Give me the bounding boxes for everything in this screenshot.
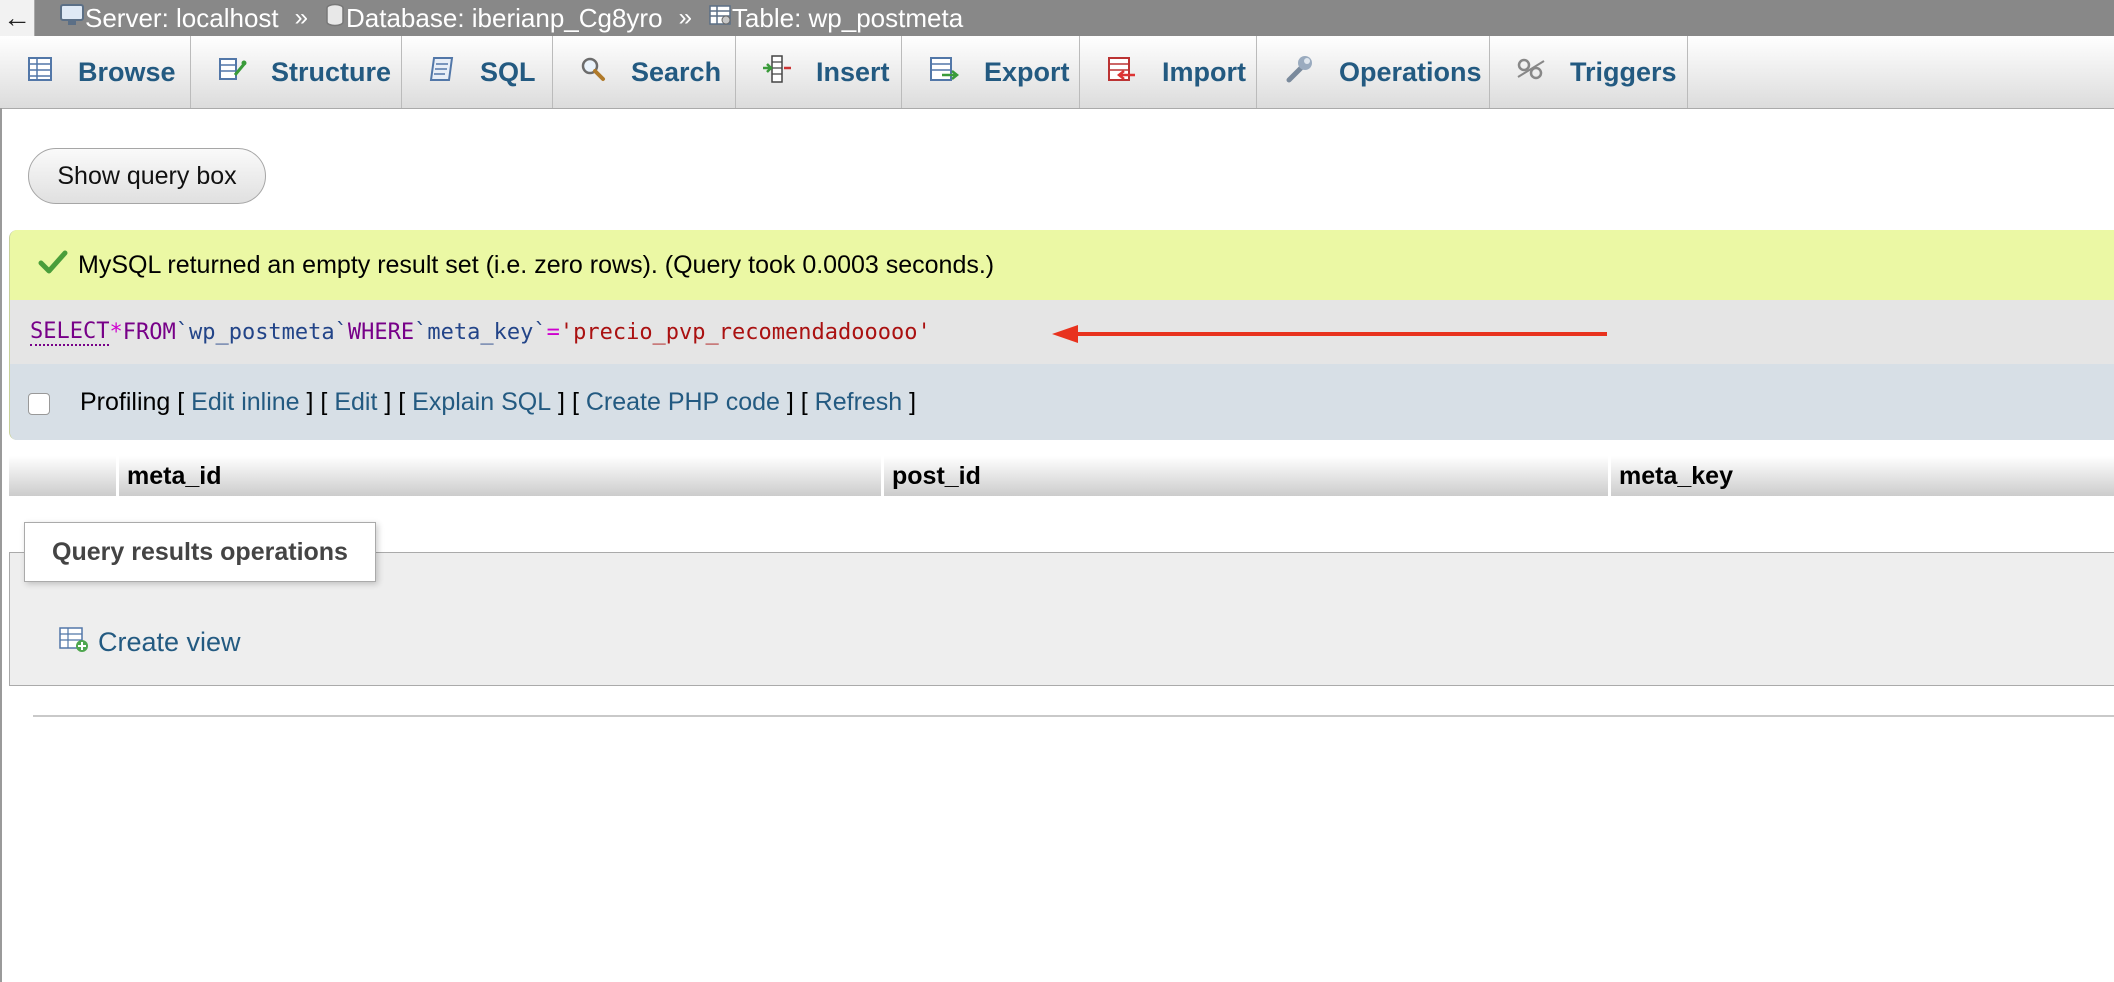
export-icon	[928, 55, 960, 90]
column-header-meta-key[interactable]: meta_key	[1611, 456, 2114, 496]
breadcrumb-database[interactable]: Database: iberianp_Cg8yro	[324, 3, 663, 34]
column-header-meta-id[interactable]: meta_id	[119, 456, 884, 496]
insert-icon	[762, 54, 792, 91]
breadcrumb-table[interactable]: Table: wp_postmeta	[708, 3, 963, 34]
show-query-box-button[interactable]: Show query box	[28, 148, 266, 204]
database-icon	[324, 3, 346, 34]
structure-icon	[217, 55, 247, 90]
tab-insert[interactable]: Insert	[736, 36, 902, 108]
tab-triggers[interactable]: Triggers	[1490, 36, 1688, 108]
tab-search-label: Search	[631, 56, 722, 87]
sql-equals: =	[546, 319, 560, 345]
checkmark-icon	[38, 248, 68, 283]
tab-operations-label: Operations	[1339, 56, 1482, 87]
edit-link[interactable]: Edit	[334, 388, 377, 417]
triggers-icon	[1516, 55, 1546, 90]
sql-star: *	[109, 319, 123, 345]
red-arrow-annotation	[1052, 325, 1607, 343]
tab-structure[interactable]: Structure	[191, 36, 402, 108]
tab-bar: Browse Structure SQL Search Insert Expor…	[0, 36, 2114, 109]
sql-table-name: `wp_postmeta`	[175, 319, 348, 345]
tab-export-label: Export	[984, 56, 1070, 87]
tab-search[interactable]: Search	[553, 36, 736, 108]
tab-structure-label: Structure	[271, 56, 392, 87]
breadcrumb-separator: »	[294, 4, 309, 31]
query-results-operations-legend: Query results operations	[24, 522, 376, 582]
table-header-empty	[9, 456, 119, 496]
tab-import[interactable]: Import	[1080, 36, 1257, 108]
sql-icon	[428, 55, 456, 90]
breadcrumb-table-label: Table: wp_postmeta	[731, 2, 964, 33]
column-header-post-id[interactable]: post_id	[884, 456, 1611, 496]
success-message-text: MySQL returned an empty result set (i.e.…	[78, 250, 995, 279]
refresh-link[interactable]: Refresh	[815, 388, 903, 417]
sql-keyword-select[interactable]: SELECT	[30, 319, 110, 346]
tab-sql-label: SQL	[480, 56, 536, 87]
breadcrumb-server-label: Server: localhost	[85, 2, 279, 33]
profiling-label: Profiling	[80, 387, 171, 416]
server-icon	[59, 3, 85, 34]
profiling-bar: Profiling [ Edit inline ] [ Edit ] [ Exp…	[10, 364, 2114, 440]
results-table-header: meta_id post_id meta_key	[9, 456, 2114, 496]
back-arrow-button[interactable]: ←	[0, 0, 35, 36]
sql-string-value: 'precio_pvp_recomendadooooo'	[559, 319, 931, 345]
sql-column-name: `meta_key`	[414, 319, 547, 345]
breadcrumb-bar: ← Server: localhost » Database: iberianp…	[0, 0, 2114, 36]
tab-triggers-label: Triggers	[1570, 56, 1677, 87]
sql-keyword-from: FROM	[122, 319, 176, 345]
tab-sql[interactable]: SQL	[402, 36, 553, 108]
create-view-label: Create view	[98, 627, 241, 657]
table-icon	[708, 3, 732, 34]
edit-inline-link[interactable]: Edit inline	[191, 388, 299, 417]
sql-query-display: SELECT * FROM `wp_postmeta` WHERE `meta_…	[10, 300, 2114, 364]
browse-icon	[26, 55, 54, 90]
sql-keyword-where: WHERE	[347, 319, 415, 345]
success-message: MySQL returned an empty result set (i.e.…	[10, 230, 2114, 301]
create-php-code-link[interactable]: Create PHP code	[586, 388, 780, 417]
breadcrumb-database-label: Database: iberianp_Cg8yro	[346, 2, 663, 33]
tab-operations[interactable]: Operations	[1257, 36, 1490, 108]
breadcrumb-server[interactable]: Server: localhost	[59, 3, 279, 34]
import-icon	[1106, 55, 1138, 90]
tab-browse[interactable]: Browse	[0, 36, 191, 108]
content-frame-border	[0, 108, 2, 982]
result-message-box: MySQL returned an empty result set (i.e.…	[9, 230, 2114, 440]
search-icon	[579, 55, 607, 90]
operations-icon	[1283, 53, 1315, 92]
tab-import-label: Import	[1162, 56, 1246, 87]
breadcrumb-separator: »	[678, 4, 692, 31]
tab-insert-label: Insert	[816, 56, 890, 87]
horizontal-divider	[33, 715, 2114, 717]
explain-sql-link[interactable]: Explain SQL	[412, 388, 551, 417]
tab-export[interactable]: Export	[902, 36, 1080, 108]
create-view-link[interactable]: Create view	[58, 624, 241, 661]
profiling-checkbox[interactable]	[28, 393, 50, 415]
tab-browse-label: Browse	[78, 56, 176, 87]
create-view-icon	[58, 624, 90, 661]
